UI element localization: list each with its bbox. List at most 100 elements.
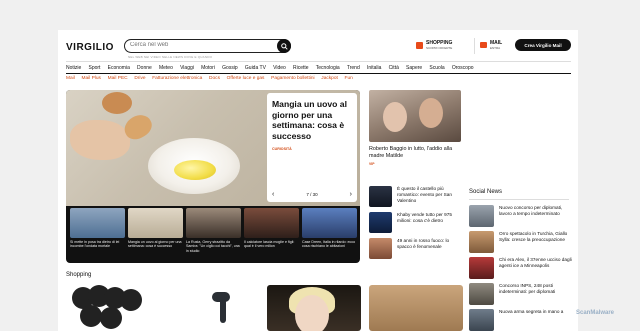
social-news-item[interactable]: Chi era Alex, il 37enne ucciso dagli age… — [469, 257, 572, 279]
shopping-link[interactable]: SHOPPING SCOPRI OFFERTE — [416, 40, 452, 50]
side-story[interactable]: Roberto Baggio in lutto, l'addio alla ma… — [369, 90, 461, 166]
main-nav: Notizie Sport Economia Donne Meteo Viaggi Moto… — [66, 65, 481, 71]
mail-link[interactable]: MAIL ENTRA — [480, 40, 502, 50]
services-nav-item[interactable]: Docs — [209, 76, 220, 81]
social-news-title[interactable]: Chi era Alex, il 37enne ucciso dagli age… — [499, 257, 572, 279]
social-news-title[interactable]: Nuova arma segreta in mano a — [499, 309, 563, 331]
thumbnail-caption[interactable]: Il calciatore lascia moglie e figli: qua… — [244, 240, 299, 249]
virgilio-logo[interactable]: VIRGILIO — [66, 42, 114, 53]
main-nav-item[interactable]: Motori — [201, 65, 215, 71]
services-nav-item[interactable]: Jackpot — [321, 76, 338, 81]
services-nav: Mail Mail Plus Mail PEC Drive Fatturazione e… — [66, 76, 360, 81]
social-news-item[interactable]: Concorso INPS, 248 posti indeterminati: … — [469, 283, 572, 305]
news-thumbnail — [369, 212, 392, 233]
nav-divider — [66, 73, 571, 74]
product-card[interactable] — [267, 285, 361, 331]
main-nav-item[interactable]: Sapere — [406, 65, 422, 71]
search-button[interactable] — [277, 39, 291, 53]
product-card[interactable] — [168, 285, 264, 331]
news-item[interactable]: Khaby vende tutto per 975 milioni: cosa … — [369, 212, 464, 233]
product-image-detail — [120, 289, 142, 311]
social-news-thumbnail — [469, 257, 494, 279]
main-nav-item[interactable]: Economia — [108, 65, 130, 71]
egg-image-detail — [102, 92, 132, 114]
news-title[interactable]: Khaby vende tutto per 975 milioni: cosa … — [397, 212, 464, 233]
hero-thumbnail[interactable]: Il calciatore lascia moglie e figli: qua… — [244, 208, 299, 261]
search-input[interactable] — [130, 42, 270, 48]
social-news-item[interactable]: Orro spettacolo in Turchia, Giallo Sylla… — [469, 231, 572, 253]
thumbnail-caption[interactable]: Si mette in posa tra dietro di lei incom… — [70, 240, 125, 249]
social-news-title[interactable]: Orro spettacolo in Turchia, Giallo Sylla… — [499, 231, 572, 253]
main-nav-item[interactable]: Gossip — [222, 65, 238, 71]
main-nav-item[interactable]: Sport — [88, 65, 100, 71]
create-mail-button[interactable]: Crea Virgilio Mail — [515, 39, 571, 51]
thumbnail-image — [186, 208, 241, 238]
social-news-thumbnail — [469, 309, 494, 331]
main-nav-item[interactable]: Donne — [137, 65, 152, 71]
product-image-detail — [100, 307, 122, 329]
main-nav-item[interactable]: Ricette — [293, 65, 309, 71]
social-news-thumbnail — [469, 283, 494, 305]
services-nav-item[interactable]: Mail Plus — [81, 76, 100, 81]
page: VIRGILIO NEL WEB NEI VIDEO NELLE NEWS DO… — [58, 30, 578, 331]
services-nav-item[interactable]: Mail PEC — [108, 76, 128, 81]
hero-thumbnail[interactable]: La Rusta, Gerry strazitto da Samira: "Un… — [186, 208, 241, 261]
thumbnail-caption[interactable]: Mangia un uovo al giorno per una settima… — [128, 240, 183, 249]
thumbnail-image — [70, 208, 125, 238]
small-news-list: È questo il castello più romantico: even… — [369, 186, 464, 264]
side-story-title[interactable]: Roberto Baggio in lutto, l'addio alla ma… — [369, 146, 461, 159]
yolk-image-detail — [174, 160, 216, 180]
main-nav-item[interactable]: Meteo — [159, 65, 173, 71]
thumbnail-caption[interactable]: Case Dreen, Italia in rilardo: ecco cosa… — [302, 240, 357, 249]
chevron-right-icon[interactable]: › — [350, 191, 352, 198]
services-nav-item[interactable]: Offerte luce e gas — [227, 76, 265, 81]
hero-carousel[interactable]: Mangia un uovo al giorno per una settima… — [66, 90, 360, 263]
social-news-item[interactable]: Nuovo concorso per diplomati, lavoro a t… — [469, 205, 572, 227]
services-nav-item[interactable]: Drive — [134, 76, 145, 81]
main-nav-item[interactable]: Initalia — [367, 65, 381, 71]
product-card[interactable] — [66, 285, 156, 331]
main-nav-item[interactable]: Oroscopo — [452, 65, 474, 71]
social-news-title[interactable]: Concorso INPS, 248 posti indeterminati: … — [499, 283, 572, 305]
header-divider — [66, 61, 571, 62]
main-nav-item[interactable]: Guida TV — [245, 65, 266, 71]
news-item[interactable]: 49 anni in rosso fuoco: lo spacco è feno… — [369, 238, 464, 259]
hero-thumbnails: Si mette in posa tra dietro di lei incom… — [66, 206, 360, 263]
shopping-bag-icon — [416, 41, 423, 49]
chevron-left-icon[interactable]: ‹ — [272, 191, 274, 198]
news-title[interactable]: È questo il castello più romantico: even… — [397, 186, 464, 207]
news-item[interactable]: È questo il castello più romantico: even… — [369, 186, 464, 207]
social-news-thumbnail — [469, 231, 494, 253]
hero-pager: ‹ 7 / 30 › — [272, 191, 352, 198]
main-nav-item[interactable]: Notizie — [66, 65, 81, 71]
social-news-item[interactable]: Nuova arma segreta in mano a — [469, 309, 572, 331]
thumbnail-caption[interactable]: La Rusta, Gerry strazitto da Samira: "Un… — [186, 240, 241, 253]
main-nav-item[interactable]: Video — [273, 65, 286, 71]
main-nav-item[interactable]: Trend — [347, 65, 360, 71]
main-nav-item[interactable]: Viaggi — [180, 65, 194, 71]
main-nav-item[interactable]: Scuola — [429, 65, 444, 71]
services-nav-item[interactable]: Fatturazione elettronica — [152, 76, 202, 81]
product-card[interactable] — [369, 285, 463, 331]
social-news-title[interactable]: Nuovo concorso per diplomati, lavoro a t… — [499, 205, 572, 227]
services-nav-item[interactable]: Fun — [345, 76, 353, 81]
services-nav-item[interactable]: Pagamento bollettini — [271, 76, 314, 81]
search-icon — [280, 42, 288, 50]
thumbnail-image — [244, 208, 299, 238]
hero-title[interactable]: Mangia un uovo al giorno per una settima… — [272, 99, 352, 141]
social-news-heading: Social News — [469, 189, 503, 195]
mail-sub: ENTRA — [490, 46, 501, 50]
news-thumbnail — [369, 186, 392, 207]
hero-thumbnail[interactable]: Si mette in posa tra dietro di lei incom… — [70, 208, 125, 261]
services-nav-item[interactable]: Mail — [66, 76, 75, 81]
social-news: Social News Nuovo concorso per diplomati… — [469, 189, 572, 331]
hero-thumbnail[interactable]: Mangia un uovo al giorno per una settima… — [128, 208, 183, 261]
news-title[interactable]: 49 anni in rosso fuoco: lo spacco è feno… — [397, 238, 464, 259]
search-scope-options[interactable]: NEL WEB NEI VIDEO NELLE NEWS DOVE E QUAN… — [128, 55, 212, 59]
person-image-detail — [383, 102, 407, 132]
main-nav-item[interactable]: Città — [389, 65, 399, 71]
hero-thumbnail[interactable]: Case Dreen, Italia in rilardo: ecco cosa… — [302, 208, 357, 261]
shopping-heading: Shopping — [66, 272, 92, 278]
main-nav-item[interactable]: Tecnologia — [316, 65, 340, 71]
hero-card[interactable]: Mangia un uovo al giorno per una settima… — [267, 93, 357, 202]
